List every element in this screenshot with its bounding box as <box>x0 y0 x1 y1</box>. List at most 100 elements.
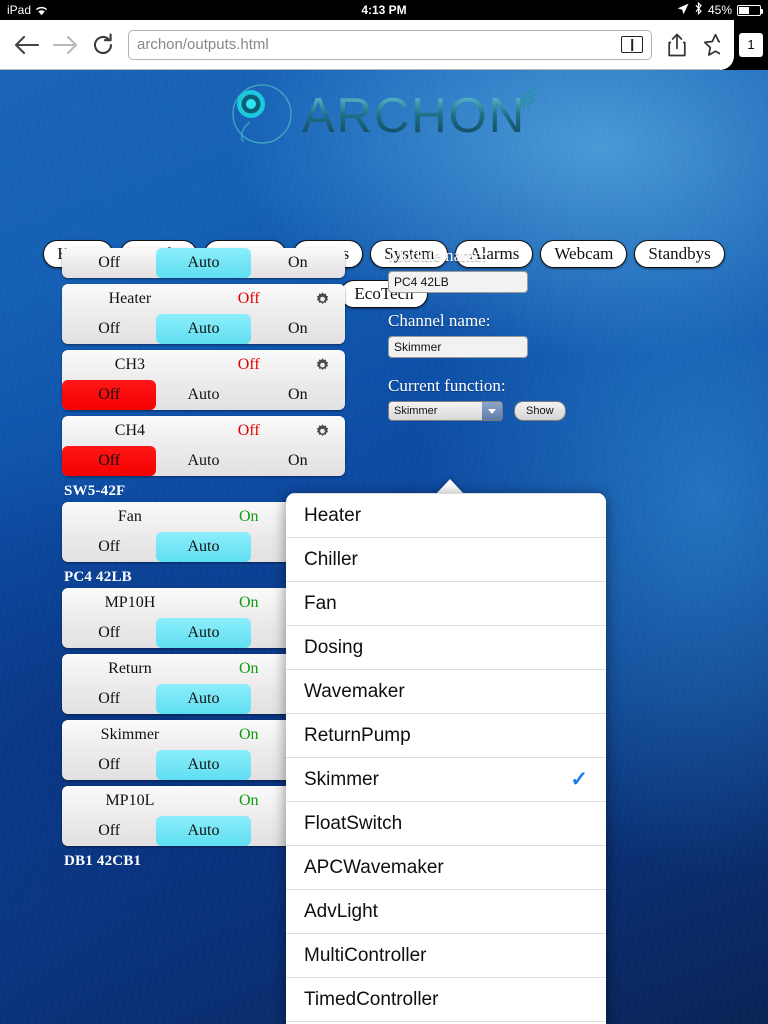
logo-wordmark: ARCHON <box>301 89 527 143</box>
dropdown-item[interactable]: FloatSwitch <box>286 801 606 845</box>
gear-icon <box>316 357 329 370</box>
output-state: Off <box>237 422 260 439</box>
dropdown-item-label: Wavemaker <box>304 680 405 702</box>
output-mode-off-button[interactable]: Off <box>62 446 157 476</box>
output-mode-on-button[interactable]: On <box>251 248 345 278</box>
reload-icon <box>93 32 113 54</box>
module-name-label: Module name: <box>388 246 487 265</box>
output-mode-off-button[interactable]: Off <box>62 816 156 846</box>
dropdown-item-label: Fan <box>304 592 337 614</box>
current-function-select[interactable]: Skimmer <box>388 401 503 421</box>
reader-view-icon[interactable] <box>621 36 643 53</box>
output-mode-on-button[interactable]: On <box>251 380 345 410</box>
dropdown-item-label: Heater <box>304 504 362 526</box>
module-name-field[interactable]: PC4 42LB <box>388 271 528 293</box>
archon-circle-icon <box>226 82 298 151</box>
bluetooth-icon <box>694 1 703 18</box>
output-row: Off Auto On <box>62 248 345 278</box>
output-mode-auto-button[interactable]: Auto <box>156 446 250 476</box>
tab-count-button[interactable]: 1 <box>720 19 768 70</box>
output-mode-auto-button[interactable]: Auto <box>156 314 251 344</box>
dropdown-item[interactable]: ReturnPump <box>286 713 606 757</box>
status-bar-left: iPad <box>7 3 48 17</box>
dropdown-item[interactable]: Skimmer ✓ <box>286 757 606 801</box>
chevron-down-icon[interactable] <box>482 402 502 420</box>
output-mode-segments: OffAutoOn <box>62 446 345 476</box>
back-arrow-icon <box>14 35 40 54</box>
url-bar[interactable]: archon/outputs.html <box>128 29 652 60</box>
gear-icon <box>316 291 329 304</box>
output-row: CH3 Off Off Auto On <box>62 350 345 410</box>
wifi-icon <box>35 5 48 16</box>
dropdown-item[interactable]: Dosing <box>286 625 606 669</box>
output-mode-on-button[interactable]: On <box>251 314 345 344</box>
output-name: Fan <box>117 508 142 525</box>
output-mode-off-button[interactable]: Off <box>62 618 156 648</box>
site-logo: ARCHON <box>0 76 768 156</box>
output-mode-off-button[interactable]: Off <box>62 532 156 562</box>
output-mode-auto-button[interactable]: Auto <box>156 684 251 714</box>
dropdown-item-label: Skimmer <box>304 768 379 790</box>
tab-count-label: 1 <box>739 32 763 57</box>
dropdown-item[interactable]: MultiController <box>286 933 606 977</box>
output-name: MP10L <box>105 792 155 809</box>
output-settings-button[interactable] <box>300 423 345 440</box>
current-function-value: Skimmer <box>394 405 438 417</box>
output-settings-button[interactable] <box>300 357 345 374</box>
dropdown-item[interactable]: TimedController <box>286 977 606 1021</box>
output-mode-auto-button[interactable]: Auto <box>156 750 251 780</box>
output-name: Return <box>108 660 152 677</box>
dropdown-item[interactable]: Fan <box>286 581 606 625</box>
url-path: /outputs.html <box>182 36 269 53</box>
url-host: archon <box>137 36 183 53</box>
dropdown-item[interactable]: Chiller <box>286 537 606 581</box>
output-name: Heater <box>108 290 152 307</box>
output-name: Skimmer <box>100 726 160 743</box>
battery-percent-label: 45% <box>707 3 732 17</box>
output-state: On <box>238 660 259 677</box>
carrier-label: iPad <box>7 3 32 17</box>
output-mode-auto-button[interactable]: Auto <box>156 816 251 846</box>
dropdown-item[interactable]: AdvLight <box>286 889 606 933</box>
output-mode-off-button[interactable]: Off <box>62 380 157 410</box>
dropdown-item[interactable]: APCWavemaker <box>286 845 606 889</box>
output-row: Heater Off Off Auto On <box>62 284 345 344</box>
forward-arrow-icon <box>52 35 78 54</box>
output-mode-segments: OffAutoOn <box>62 314 345 344</box>
function-dropdown-popover: Heater Chiller Fan Dosing Wavemaker ReturnPum… <box>286 493 606 1024</box>
output-name: CH4 <box>114 422 146 439</box>
reload-button[interactable] <box>84 26 122 64</box>
channel-form: Module name: PC4 42LB Channel name: Skim… <box>388 246 718 421</box>
output-mode-off-button[interactable]: Off <box>62 314 156 344</box>
output-mode-auto-button[interactable]: Auto <box>156 618 251 648</box>
output-row-header: CH4 Off <box>62 416 345 446</box>
web-page-content: ARCHON Home Graphs Outputs Inputs System… <box>0 70 768 1024</box>
output-settings-button[interactable] <box>300 291 345 308</box>
output-state: Off <box>237 356 260 373</box>
safari-toolbar: archon/outputs.html 1 <box>0 19 768 70</box>
output-mode-off-button[interactable]: Off <box>62 750 156 780</box>
back-button[interactable] <box>8 26 46 64</box>
dropdown-item[interactable]: Wavemaker <box>286 669 606 713</box>
output-mode-auto-button[interactable]: Auto <box>156 380 250 410</box>
output-mode-auto-button[interactable]: Auto <box>156 248 251 278</box>
dropdown-item-label: Chiller <box>304 548 358 570</box>
show-button[interactable]: Show <box>514 401 566 421</box>
output-state: On <box>238 726 259 743</box>
dropdown-item-label: Dosing <box>304 636 364 658</box>
output-state: On <box>238 594 259 611</box>
channel-name-field[interactable]: Skimmer <box>388 336 528 358</box>
output-state: On <box>238 792 259 809</box>
forward-button[interactable] <box>46 26 84 64</box>
output-mode-auto-button[interactable]: Auto <box>156 532 251 562</box>
output-state: On <box>238 508 259 525</box>
dropdown-item[interactable]: Heater <box>286 493 606 537</box>
output-mode-on-button[interactable]: On <box>251 446 345 476</box>
share-icon <box>668 33 686 56</box>
output-mode-off-button[interactable]: Off <box>62 248 156 278</box>
output-name: CH3 <box>114 356 146 373</box>
ios-status-bar: iPad 4:13 PM 45% <box>0 0 768 20</box>
share-button[interactable] <box>658 25 696 65</box>
output-state: Off <box>237 290 260 307</box>
output-mode-off-button[interactable]: Off <box>62 684 156 714</box>
